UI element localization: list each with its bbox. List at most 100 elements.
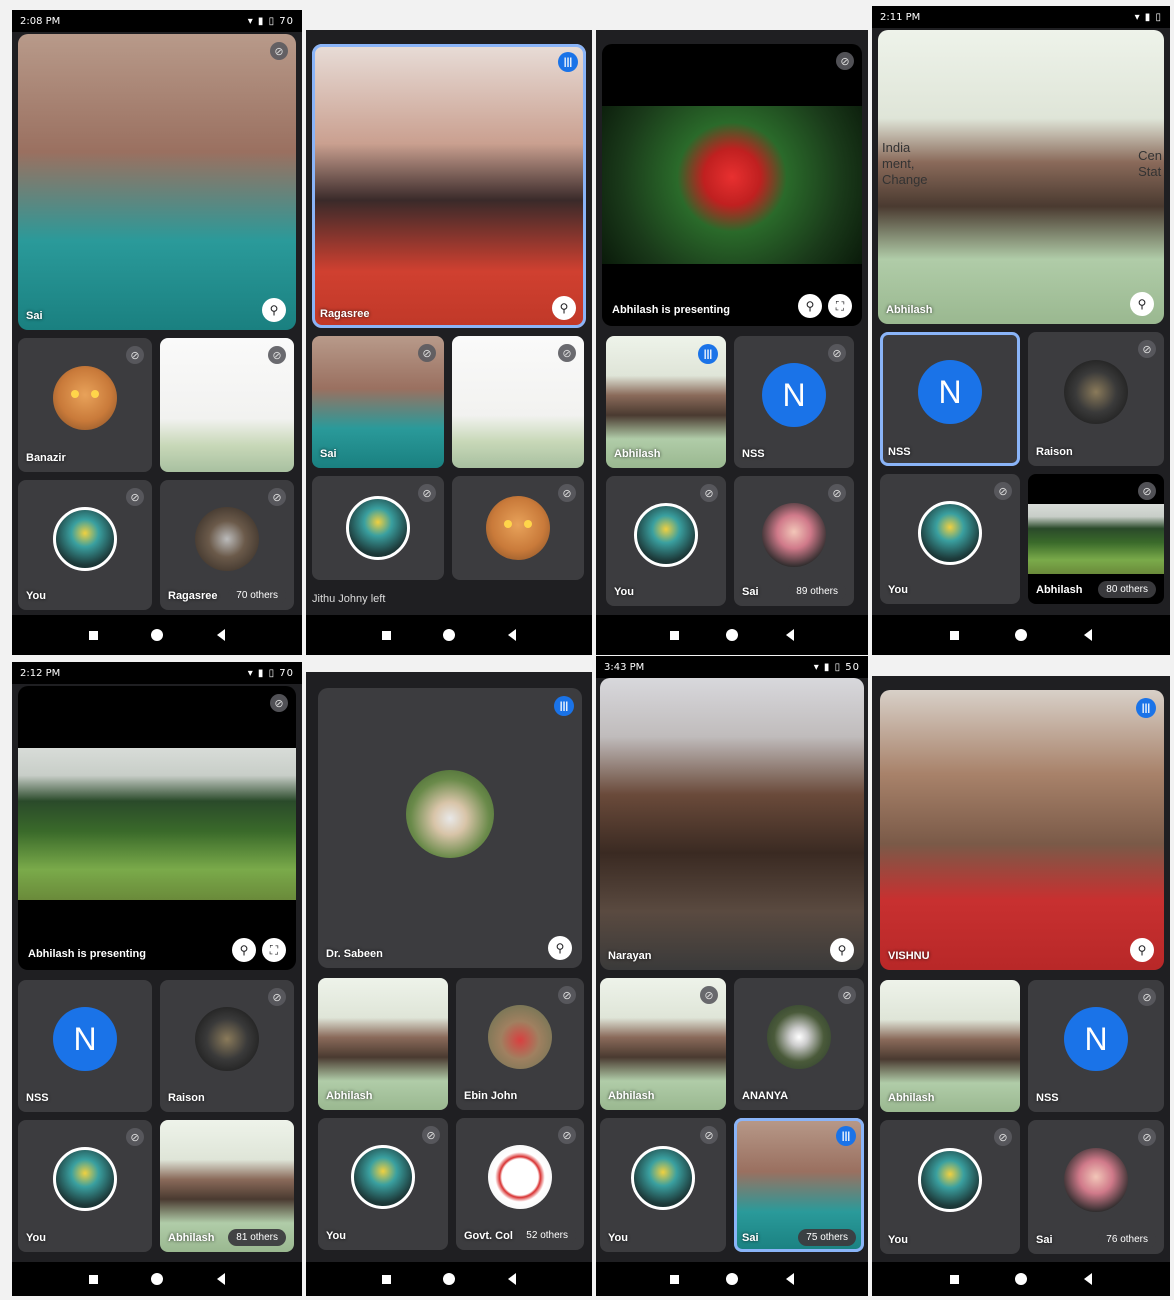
home-button[interactable] bbox=[1015, 1273, 1028, 1285]
participant-tile[interactable]: ⊘ Banazir bbox=[18, 338, 152, 472]
others-count[interactable]: 70 others bbox=[228, 587, 286, 604]
main-video-tile[interactable]: India ment, Change Cen Stat Abhilash ⚲ bbox=[878, 30, 1164, 324]
participant-tile[interactable]: ⊘ bbox=[452, 336, 584, 468]
participant-tile[interactable]: ⊘ Abhilash 80 others bbox=[1028, 474, 1164, 604]
participant-tile[interactable]: ⊘ You bbox=[18, 1120, 152, 1252]
slide-text-left: India ment, Change bbox=[882, 140, 928, 187]
mic-off-icon: ⊘ bbox=[1138, 988, 1156, 1006]
slide-text-right: Cen Stat bbox=[1138, 148, 1162, 179]
participant-tile[interactable]: N NSS bbox=[18, 980, 152, 1112]
pin-icon[interactable]: ⚲ bbox=[548, 936, 572, 960]
home-button[interactable] bbox=[726, 1273, 739, 1285]
avatar bbox=[918, 500, 982, 565]
back-button[interactable] bbox=[786, 1273, 795, 1285]
home-button[interactable] bbox=[443, 629, 456, 641]
android-nav-bar bbox=[872, 1262, 1170, 1296]
participant-tile[interactable]: Abhilash bbox=[880, 980, 1020, 1112]
recents-button[interactable] bbox=[88, 1274, 98, 1284]
recents-button[interactable] bbox=[950, 1274, 960, 1284]
participant-tile[interactable]: ⊘ bbox=[452, 476, 584, 580]
back-button[interactable] bbox=[217, 1273, 226, 1285]
status-bar: 2:12 PM ▾ ▮ ▯ 70 bbox=[12, 662, 302, 684]
pin-icon[interactable]: ⚲ bbox=[830, 938, 854, 962]
participant-tile[interactable]: ⊘ You bbox=[880, 474, 1020, 604]
others-count[interactable]: 75 others bbox=[798, 1229, 856, 1246]
main-video-tile[interactable]: ||| VISHNU ⚲ bbox=[880, 690, 1164, 970]
main-video-tile[interactable]: ⊘ Sai ⚲ bbox=[18, 34, 296, 330]
participant-tile[interactable]: ⊘ Sai 76 others bbox=[1028, 1120, 1164, 1254]
participant-tile[interactable]: ⊘ Ebin John bbox=[456, 978, 584, 1110]
others-count[interactable]: 81 others bbox=[228, 1229, 286, 1246]
back-button[interactable] bbox=[1083, 629, 1092, 641]
pin-icon[interactable]: ⚲ bbox=[798, 294, 822, 318]
participant-tile[interactable]: ||| Sai 75 others bbox=[734, 1118, 864, 1252]
fullscreen-icon[interactable]: ⛶ bbox=[262, 938, 286, 962]
main-video-tile[interactable]: ||| Dr. Sabeen ⚲ bbox=[318, 688, 582, 968]
mic-off-icon: ⊘ bbox=[700, 484, 718, 502]
recents-button[interactable] bbox=[669, 1274, 679, 1284]
others-count[interactable]: 52 others bbox=[518, 1227, 576, 1244]
participant-tile[interactable]: ⊘ Sai bbox=[312, 336, 444, 468]
participant-tile[interactable]: ⊘ Sai 89 others bbox=[734, 476, 854, 606]
participant-tile[interactable]: ⊘ You bbox=[318, 1118, 448, 1250]
others-count[interactable]: 80 others bbox=[1098, 581, 1156, 598]
pin-icon[interactable]: ⚲ bbox=[1130, 938, 1154, 962]
participant-tile[interactable]: Abhilash bbox=[318, 978, 448, 1110]
pin-icon[interactable]: ⚲ bbox=[552, 296, 576, 320]
status-time: 2:08 PM bbox=[20, 15, 61, 27]
participant-name: Dr. Sabeen bbox=[326, 948, 383, 960]
back-button[interactable] bbox=[1083, 1273, 1092, 1285]
participant-name: NSS bbox=[742, 448, 765, 460]
home-button[interactable] bbox=[151, 1273, 164, 1285]
presentation-thumbnail[interactable]: ⊘ bbox=[160, 338, 294, 472]
participant-tile[interactable]: ||| Abhilash bbox=[606, 336, 726, 468]
participant-tile[interactable]: ⊘ N NSS bbox=[734, 336, 854, 468]
participant-tile[interactable]: ⊘ ANANYA bbox=[734, 978, 864, 1110]
recents-button[interactable] bbox=[382, 630, 392, 640]
participant-tile[interactable]: Abhilash 81 others bbox=[160, 1120, 294, 1252]
pin-icon[interactable]: ⚲ bbox=[1130, 292, 1154, 316]
recents-button[interactable] bbox=[382, 1274, 392, 1284]
participant-tile[interactable]: ⊘ Ragasree 70 others bbox=[160, 480, 294, 610]
participant-tile[interactable]: ⊘ Govt. Col 52 others bbox=[456, 1118, 584, 1250]
meet-screen-7: 3:43 PM ▾ ▮ ▯ 50 Narayan ⚲ ⊘ Abhilash ⊘ … bbox=[596, 656, 868, 1296]
participant-tile[interactable]: ⊘ N NSS bbox=[1028, 980, 1164, 1112]
participant-tile[interactable]: ⊘ You bbox=[600, 1118, 726, 1252]
pin-icon[interactable]: ⚲ bbox=[262, 298, 286, 322]
home-button[interactable] bbox=[726, 629, 739, 641]
home-button[interactable] bbox=[151, 629, 164, 641]
presentation-tile[interactable]: ⊘ Abhilash is presenting ⚲ ⛶ bbox=[602, 44, 862, 326]
others-count[interactable]: 76 others bbox=[1098, 1231, 1156, 1248]
fullscreen-icon[interactable]: ⛶ bbox=[828, 294, 852, 318]
main-video-tile[interactable]: ||| Ragasree ⚲ bbox=[312, 44, 586, 328]
main-video-tile[interactable]: Narayan ⚲ bbox=[600, 678, 864, 970]
participant-tile[interactable]: ⊘ Raison bbox=[160, 980, 294, 1112]
participant-tile[interactable]: ⊘ You bbox=[606, 476, 726, 606]
home-button[interactable] bbox=[443, 1273, 456, 1285]
avatar: N bbox=[53, 1007, 117, 1072]
recents-button[interactable] bbox=[950, 630, 960, 640]
participant-tile[interactable]: ⊘ Abhilash bbox=[600, 978, 726, 1110]
participant-name: Raison bbox=[1036, 446, 1073, 458]
recents-button[interactable] bbox=[669, 630, 679, 640]
participant-name: You bbox=[326, 1230, 346, 1242]
participant-name: Sai bbox=[742, 1232, 759, 1244]
participant-tile[interactable]: ⊘ You bbox=[18, 480, 152, 610]
participant-tile[interactable]: ⊘ bbox=[312, 476, 444, 580]
avatar bbox=[1064, 1148, 1128, 1213]
mic-off-icon: ⊘ bbox=[418, 344, 436, 362]
presentation-tile[interactable]: ⊘ Abhilash is presenting ⚲ ⛶ bbox=[18, 686, 296, 970]
mic-off-icon: ⊘ bbox=[558, 484, 576, 502]
back-button[interactable] bbox=[507, 629, 516, 641]
participant-tile[interactable]: ⊘ Raison bbox=[1028, 332, 1164, 466]
back-button[interactable] bbox=[217, 629, 226, 641]
home-button[interactable] bbox=[1015, 629, 1028, 641]
back-button[interactable] bbox=[786, 629, 795, 641]
android-nav-bar bbox=[596, 615, 868, 655]
pin-icon[interactable]: ⚲ bbox=[232, 938, 256, 962]
others-count[interactable]: 89 others bbox=[788, 583, 846, 600]
participant-tile[interactable]: N NSS bbox=[880, 332, 1020, 466]
recents-button[interactable] bbox=[88, 630, 98, 640]
participant-tile[interactable]: ⊘ You bbox=[880, 1120, 1020, 1254]
back-button[interactable] bbox=[507, 1273, 516, 1285]
